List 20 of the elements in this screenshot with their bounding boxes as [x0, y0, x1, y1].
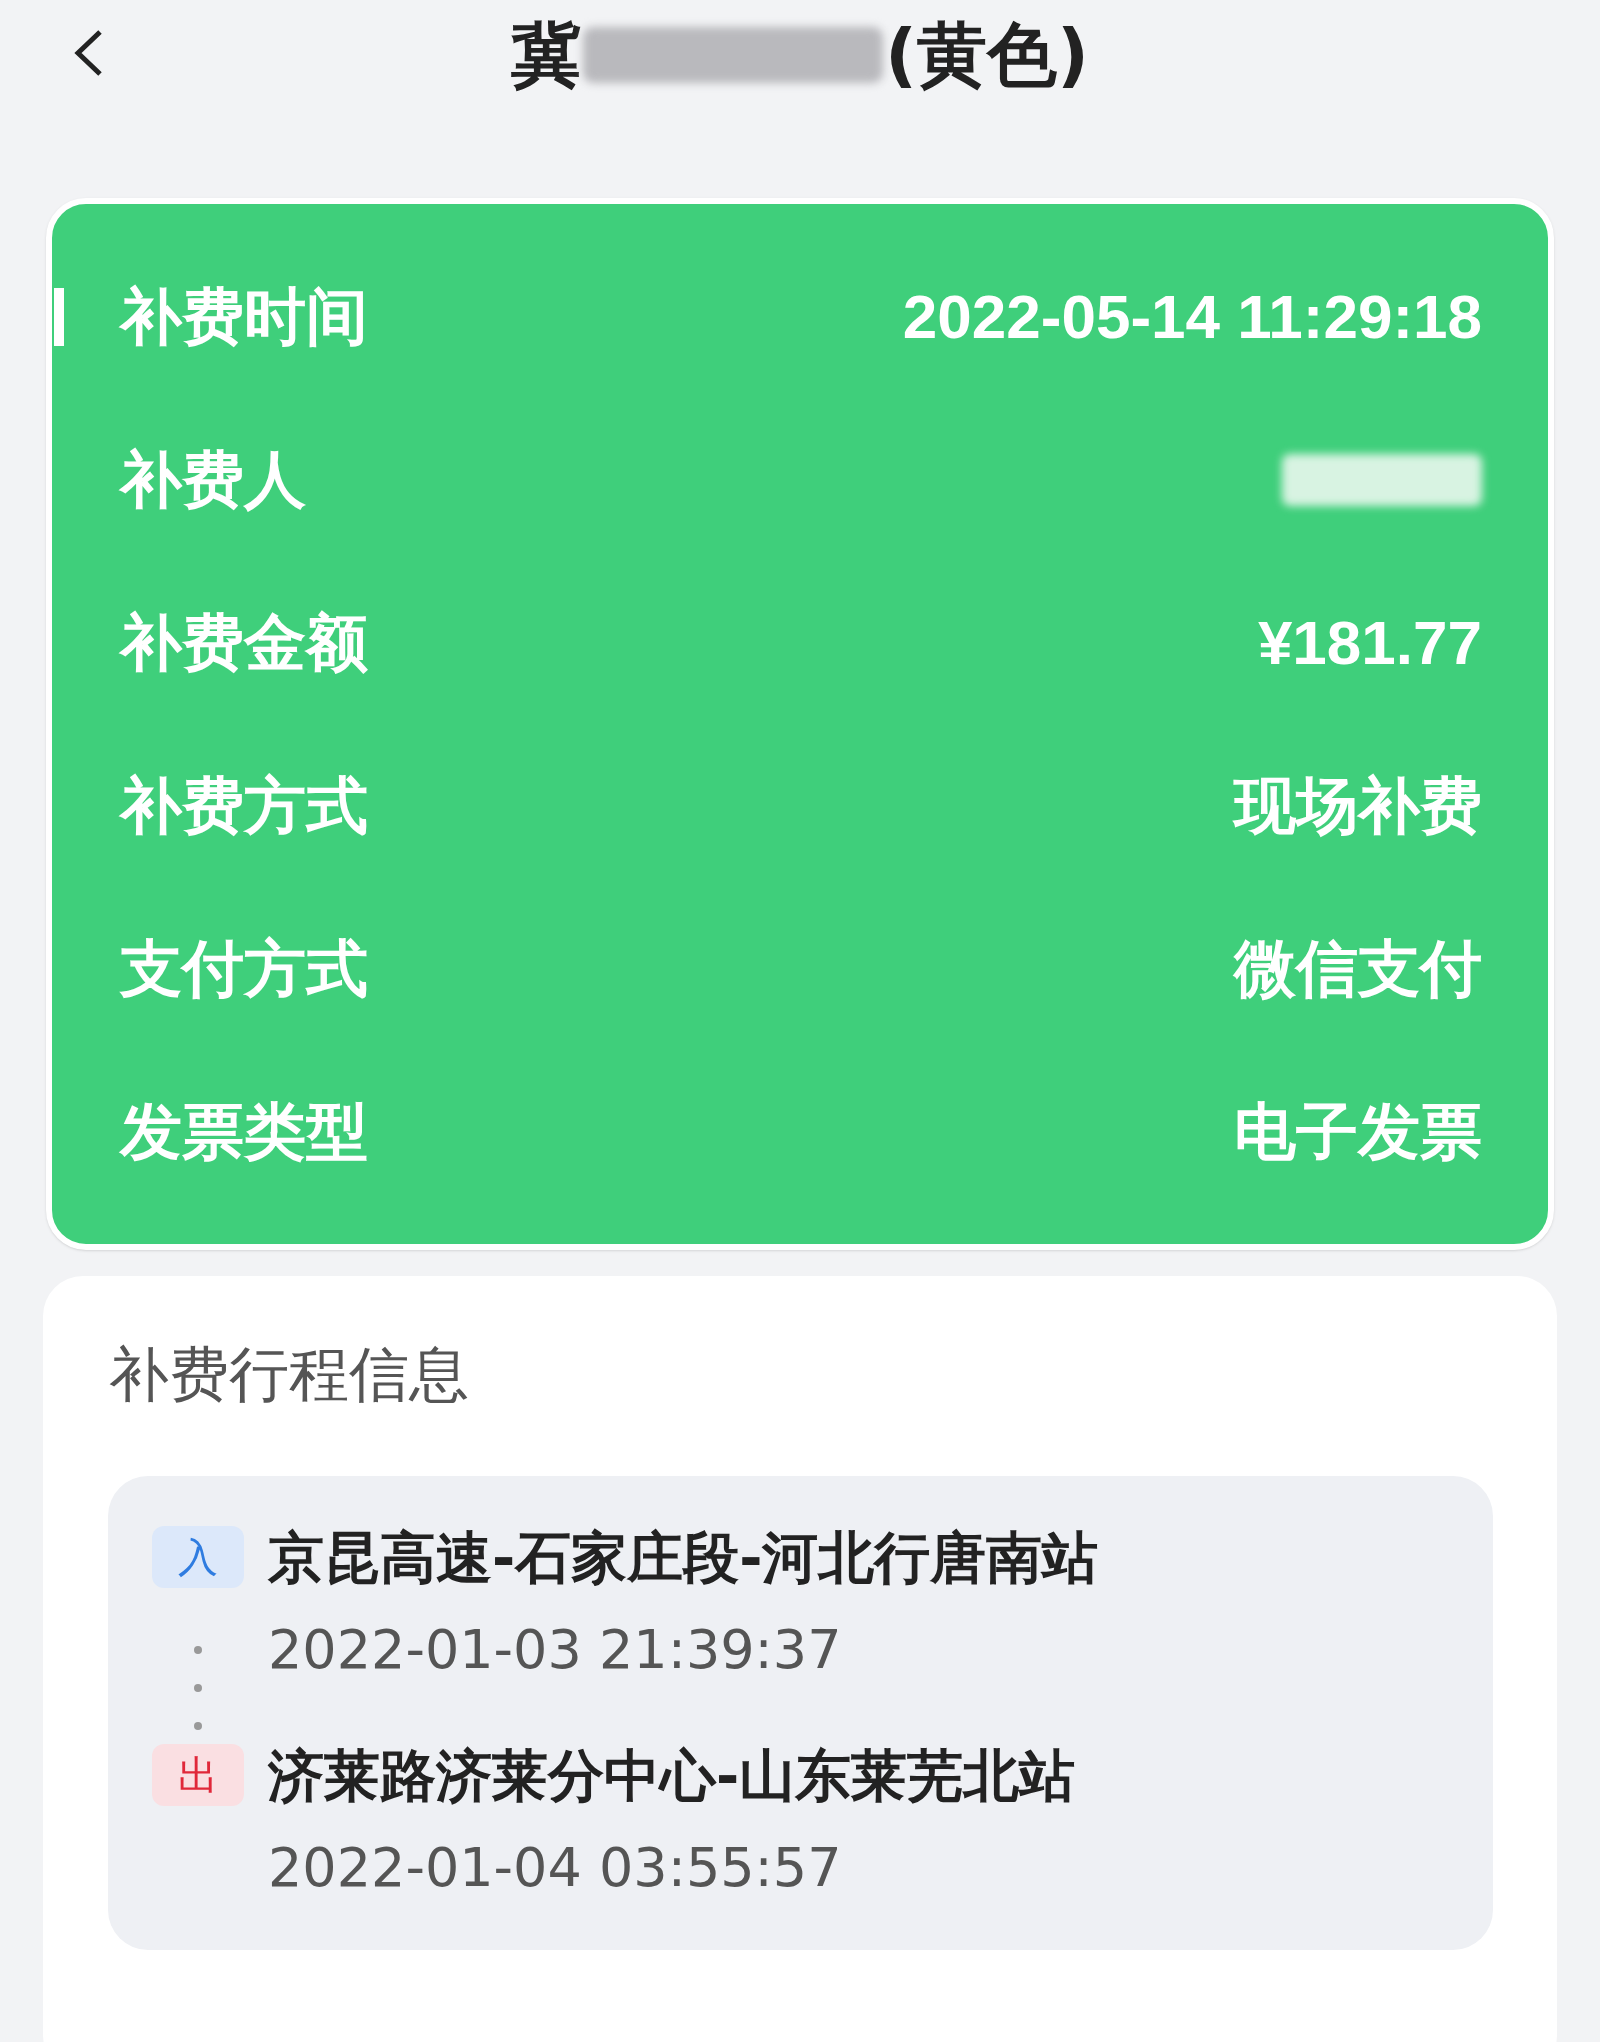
stop-badge: 出: [152, 1744, 244, 1806]
field-value: 电子发票: [1234, 1096, 1482, 1168]
stop-time: 2022-01-03 21:39:37: [268, 1617, 843, 1683]
field-value: 微信支付: [1234, 933, 1482, 1005]
station-name: 京昆高速-石家庄段-河北行唐南站: [268, 1524, 1099, 1592]
page-title: 冀: [511, 12, 581, 98]
field-label: 补费人: [120, 442, 306, 518]
field-value: 2022-05-14 11:29:18: [902, 281, 1482, 353]
field-label: 补费金额: [120, 605, 368, 681]
section-title: 补费行程信息: [109, 1344, 470, 1404]
station-name: 济莱路济莱分中心-山东莱芜北站: [268, 1742, 1076, 1810]
stop-badge: 入: [152, 1526, 244, 1588]
plate-color-text: (黄色): [885, 12, 1089, 98]
stop-time: 2022-01-04 03:55:57: [268, 1835, 843, 1901]
field-value: 现场补费: [1234, 770, 1482, 842]
field-label: 发票类型: [120, 1094, 368, 1170]
field-label: 补费方式: [120, 768, 368, 844]
field-label: 补费时间: [120, 279, 368, 355]
field-label: 支付方式: [120, 931, 368, 1007]
field-value: ¥181.77: [1257, 607, 1482, 679]
